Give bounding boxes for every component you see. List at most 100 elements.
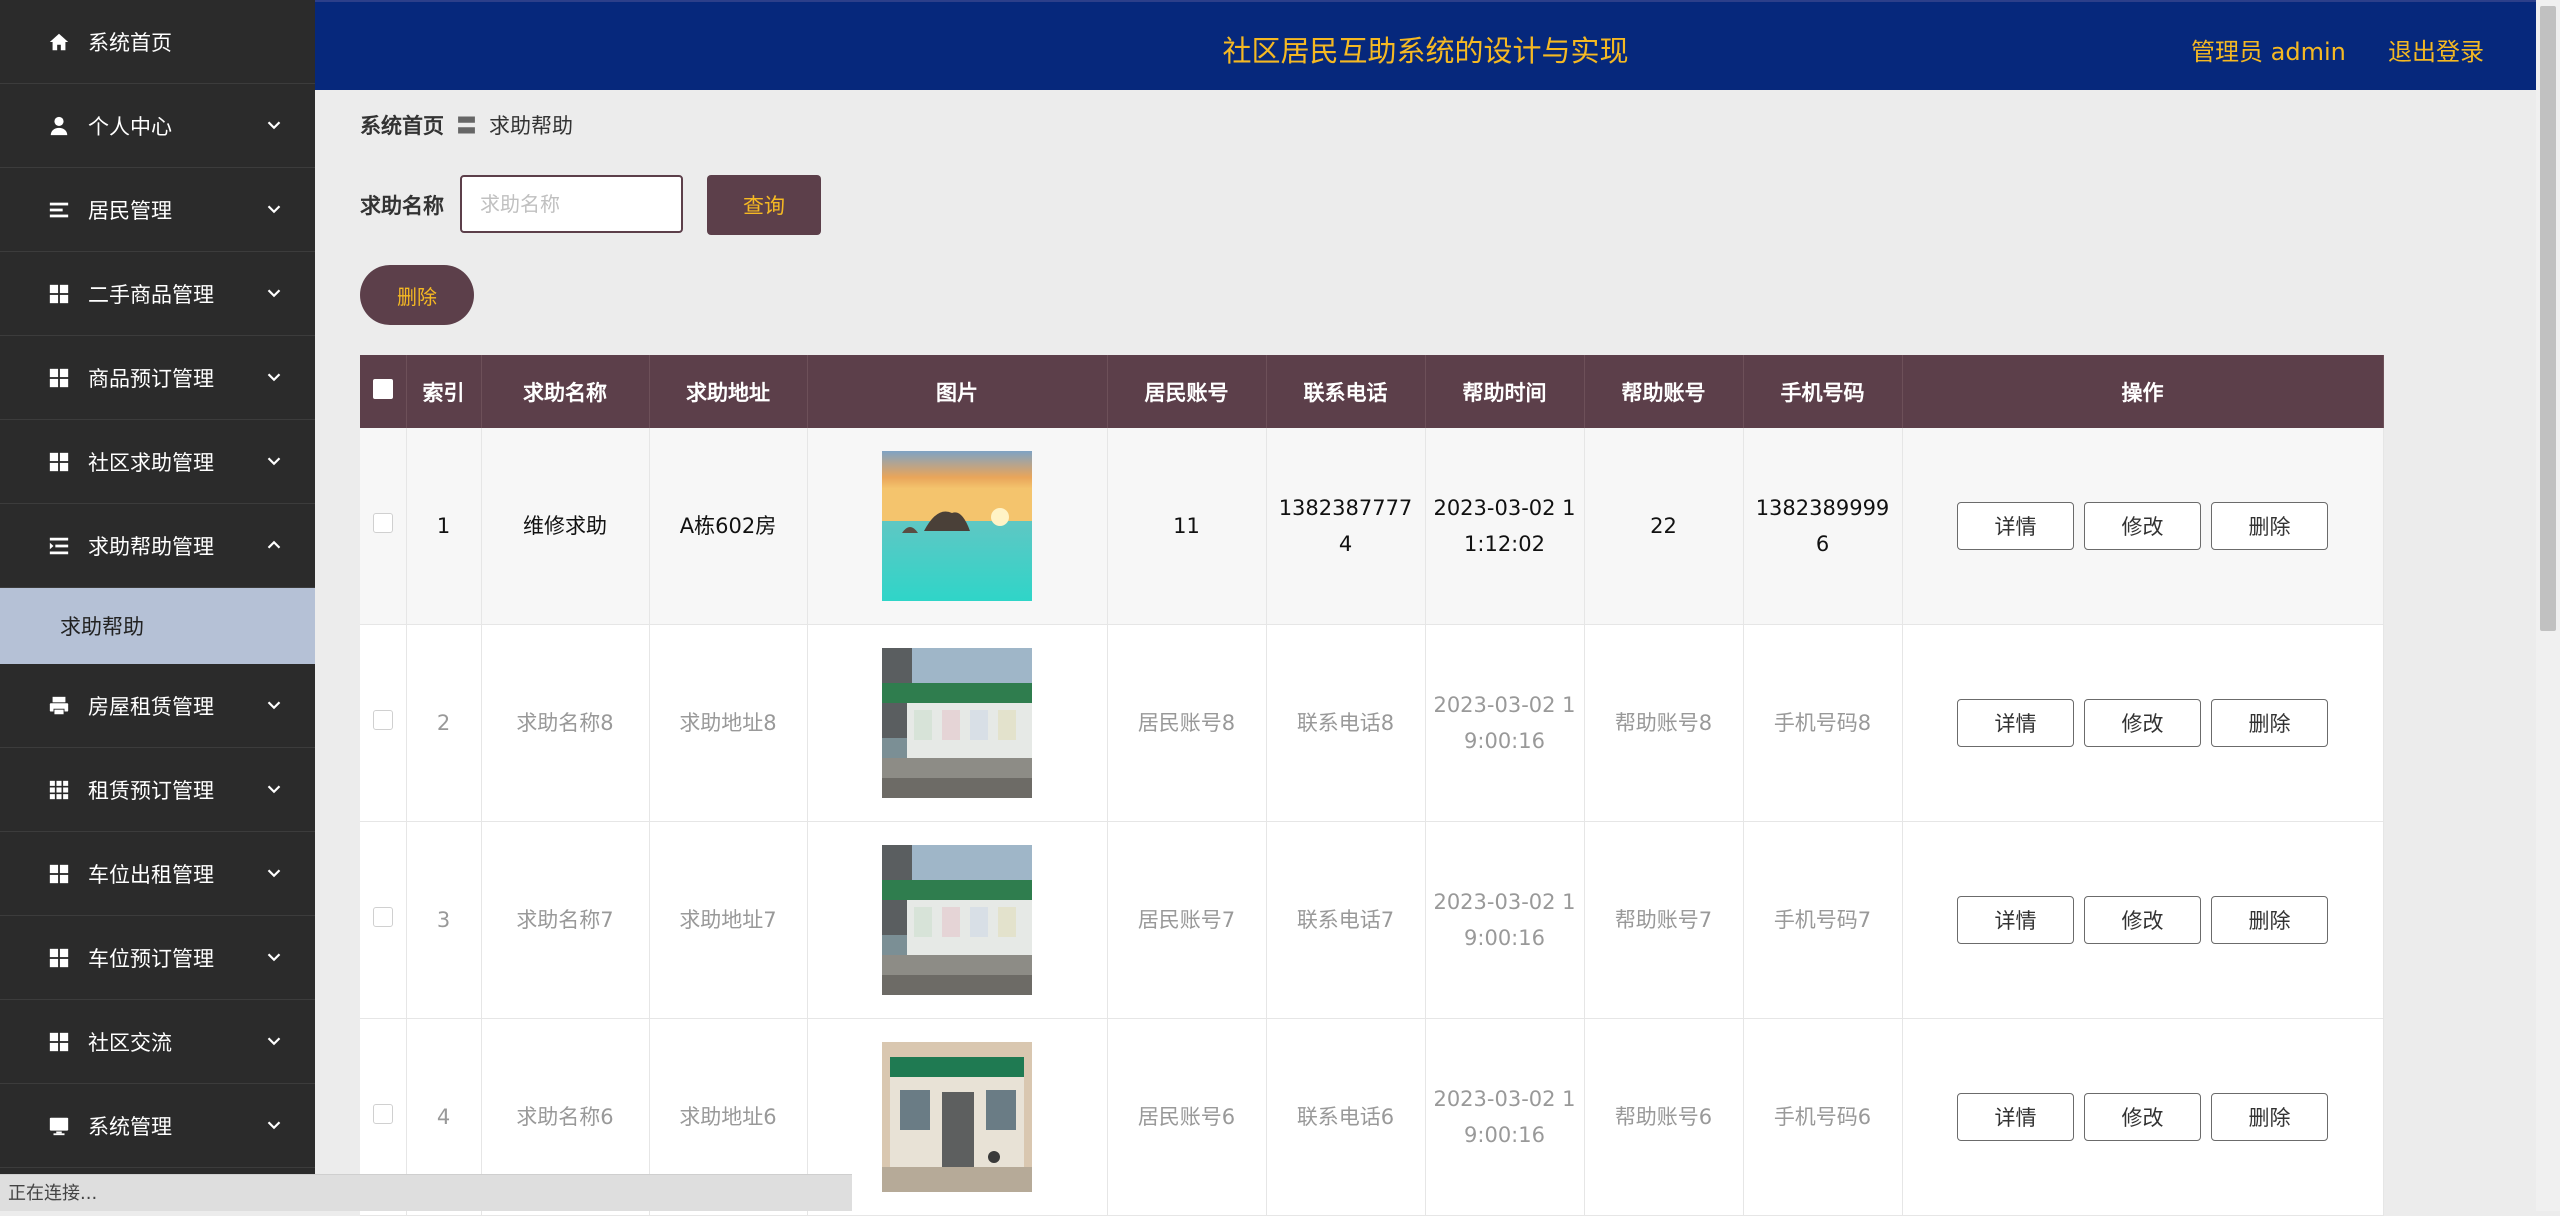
chevron-down-icon: [263, 366, 285, 388]
sidebar-item[interactable]: 房屋租赁管理: [0, 664, 315, 748]
grid-icon: [46, 861, 72, 887]
image-cell: [807, 428, 1108, 625]
chevron-down-icon: [263, 778, 285, 800]
sidebar-item[interactable]: 租赁预订管理: [0, 748, 315, 832]
column-header: 索引: [406, 355, 482, 428]
sidebar-item[interactable]: 求助帮助管理: [0, 504, 315, 588]
detail-button[interactable]: 详情: [1957, 502, 2074, 550]
detail-button[interactable]: 详情: [1957, 896, 2074, 944]
sidebar-item[interactable]: 系统首页: [0, 0, 315, 84]
row-image: [882, 845, 1032, 995]
row-checkbox[interactable]: [372, 513, 393, 533]
chevron-down-icon: [263, 114, 285, 136]
cell-address: 求助地址8: [649, 624, 808, 822]
help-table: 索引 求助名称 求助地址 图片 居民账号 联系电话 帮助时间 帮助账号 手机号码…: [360, 355, 2384, 1216]
batch-delete-button[interactable]: 删除: [360, 265, 474, 325]
grid-icon: [46, 281, 72, 307]
chevron-down-icon: [263, 450, 285, 472]
edit-button[interactable]: 修改: [2084, 502, 2201, 550]
printer-icon: [46, 693, 72, 719]
sidebar-item-label: 车位预订管理: [88, 946, 214, 971]
delete-button[interactable]: 删除: [2211, 896, 2328, 944]
sidebar-item[interactable]: 车位预订管理: [0, 916, 315, 1000]
page-scrollbar[interactable]: [2536, 0, 2560, 1211]
header-checkbox-cell: [360, 355, 407, 428]
cell-resident: 居民账号8: [1107, 624, 1267, 822]
sidebar-item-label: 商品预订管理: [88, 366, 214, 391]
cell-index: 2: [406, 624, 482, 822]
sidebar-item[interactable]: 商品预订管理: [0, 336, 315, 420]
column-header: 手机号码: [1743, 355, 1903, 428]
cell-index: 3: [406, 821, 482, 1019]
delete-button[interactable]: 删除: [2211, 699, 2328, 747]
edit-button[interactable]: 修改: [2084, 699, 2201, 747]
row-checkbox-cell: [360, 428, 407, 625]
sidebar-item-label: 房屋租赁管理: [88, 694, 214, 719]
column-header: 操作: [1902, 355, 2384, 428]
column-header: 联系电话: [1266, 355, 1426, 428]
detail-button[interactable]: 详情: [1957, 1093, 2074, 1141]
user-icon: [46, 113, 72, 139]
edit-button[interactable]: 修改: [2084, 1093, 2201, 1141]
breadcrumb-separator: 〓: [456, 114, 477, 138]
list-icon: [46, 197, 72, 223]
row-actions: 详情 修改 删除: [1902, 428, 2384, 625]
edit-button[interactable]: 修改: [2084, 896, 2201, 944]
sidebar-subitem-active[interactable]: 求助帮助: [0, 588, 315, 664]
select-all-checkbox[interactable]: [372, 379, 393, 399]
chevron-down-icon: [263, 1114, 285, 1136]
cell-address: 求助地址7: [649, 821, 808, 1019]
sidebar-item[interactable]: 居民管理: [0, 168, 315, 252]
query-button[interactable]: 查询: [707, 175, 821, 235]
cell-name: 求助名称7: [481, 821, 650, 1019]
cell-time: 2023-03-02 19:00:16: [1425, 624, 1585, 822]
cell-phone: 联系电话6: [1266, 1018, 1426, 1216]
row-checkbox[interactable]: [372, 1104, 393, 1124]
logout-link[interactable]: 退出登录: [2388, 32, 2484, 67]
image-cell: [807, 821, 1108, 1019]
column-header: 帮助账号: [1584, 355, 1744, 428]
top-header: 社区居民互助系统的设计与实现 管理员 admin 退出登录: [315, 0, 2536, 90]
sidebar-item[interactable]: 社区求助管理: [0, 420, 315, 504]
breadcrumb: 系统首页〓求助帮助: [360, 110, 573, 140]
row-checkbox[interactable]: [372, 710, 393, 730]
delete-button[interactable]: 删除: [2211, 1093, 2328, 1141]
column-header: 求助名称: [481, 355, 650, 428]
chevron-down-icon: [263, 862, 285, 884]
column-header: 居民账号: [1107, 355, 1267, 428]
chevron-down-icon: [263, 198, 285, 220]
sidebar-item-label: 车位出租管理: [88, 862, 214, 887]
scrollbar-thumb[interactable]: [2540, 6, 2556, 631]
row-checkbox[interactable]: [372, 907, 393, 927]
sidebar-item[interactable]: 个人中心: [0, 84, 315, 168]
breadcrumb-home[interactable]: 系统首页: [360, 114, 444, 138]
detail-button[interactable]: 详情: [1957, 699, 2074, 747]
sidebar-item-label: 租赁预订管理: [88, 778, 214, 803]
cell-helper: 帮助账号7: [1584, 821, 1744, 1019]
grid-icon: [46, 1029, 72, 1055]
cell-mobile: 手机号码7: [1743, 821, 1903, 1019]
row-image: [882, 451, 1032, 601]
sidebar-item[interactable]: 二手商品管理: [0, 252, 315, 336]
row-actions: 详情 修改 删除: [1902, 624, 2384, 822]
chevron-down-icon: [263, 282, 285, 304]
sidebar-item[interactable]: 车位出租管理: [0, 832, 315, 916]
grid-icon: [46, 449, 72, 475]
cell-phone: 联系电话7: [1266, 821, 1426, 1019]
delete-button[interactable]: 删除: [2211, 502, 2328, 550]
sidebar-item[interactable]: 系统管理: [0, 1084, 315, 1168]
sidebar: 系统首页个人中心 居民管理二手商品管理 商品预订管理社区求助管理 求助帮助管理 求助帮助…: [0, 0, 315, 1211]
image-cell: [807, 624, 1108, 822]
sidebar-item[interactable]: 社区交流: [0, 1000, 315, 1084]
sidebar-item-label: 二手商品管理: [88, 282, 214, 307]
column-header: 图片: [807, 355, 1108, 428]
search-input[interactable]: [460, 175, 683, 233]
sidebar-item-label: 系统管理: [88, 1114, 172, 1139]
sidebar-item-label: 系统首页: [88, 30, 172, 55]
cell-mobile: 手机号码8: [1743, 624, 1903, 822]
cell-helper: 帮助账号6: [1584, 1018, 1744, 1216]
cell-resident: 居民账号7: [1107, 821, 1267, 1019]
table-row: 2 求助名称8 求助地址8 居民账号8 联系电话8 2023-03-02 19:00:16…: [360, 624, 2384, 822]
column-header: 求助地址: [649, 355, 808, 428]
grid-icon: [46, 365, 72, 391]
